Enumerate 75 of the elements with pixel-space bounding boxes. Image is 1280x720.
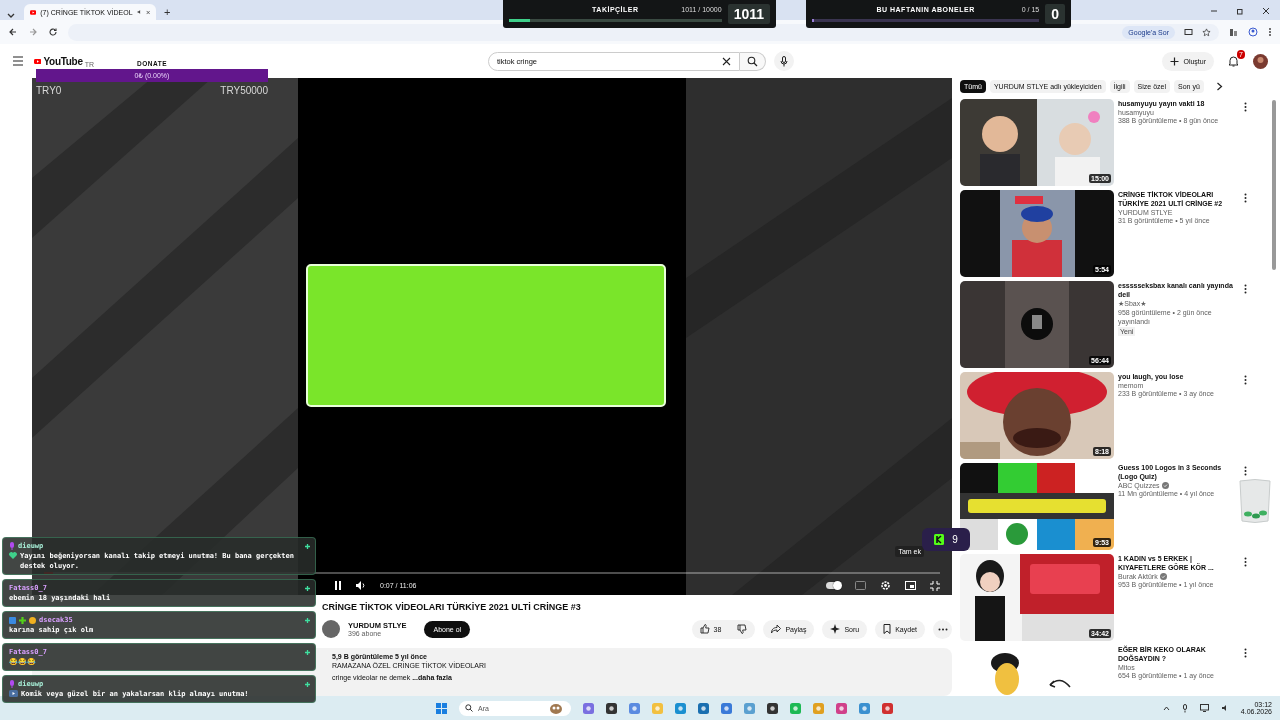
donate-max: TRY50000 xyxy=(220,85,268,96)
coin-icon xyxy=(29,616,36,624)
back-icon[interactable] xyxy=(8,27,18,37)
plus-badge-icon xyxy=(19,616,26,624)
youtube-logo[interactable]: YouTube xyxy=(43,55,83,67)
clip-icon xyxy=(9,690,18,697)
close-icon[interactable] xyxy=(1262,7,1270,15)
donate-min: TRY0 xyxy=(36,85,62,96)
new-tab-button[interactable]: + xyxy=(164,4,171,20)
plus-icon xyxy=(305,681,310,687)
dislike-button[interactable] xyxy=(729,619,756,639)
microphone-icon xyxy=(780,55,788,67)
more-vert-icon[interactable] xyxy=(1244,466,1247,476)
menu-icon[interactable] xyxy=(12,56,24,66)
microphone-icon[interactable] xyxy=(1181,703,1188,713)
star-icon[interactable] xyxy=(1202,27,1211,37)
restore-icon[interactable] xyxy=(1236,7,1244,15)
bookmark-icon xyxy=(883,624,892,634)
plus-icon xyxy=(305,649,310,655)
autoplay-toggle[interactable] xyxy=(826,582,841,589)
scrollbar[interactable] xyxy=(1272,100,1276,270)
network-icon[interactable] xyxy=(1199,704,1209,712)
more-vert-icon[interactable] xyxy=(1244,648,1247,658)
clear-icon[interactable] xyxy=(722,56,731,66)
thumbs-down-icon xyxy=(737,624,748,634)
fullscreen-exit-icon[interactable] xyxy=(930,580,940,591)
chevron-up-icon[interactable] xyxy=(1162,705,1170,711)
share-arrow-icon xyxy=(771,624,782,634)
menu-dots-icon[interactable] xyxy=(1268,27,1272,37)
bell-icon[interactable] xyxy=(1228,55,1239,67)
pause-icon[interactable] xyxy=(334,581,342,590)
badge-icon xyxy=(9,616,16,624)
extension-icon[interactable] xyxy=(1229,27,1238,37)
heart-icon xyxy=(9,552,17,559)
bot-badge-icon xyxy=(9,680,15,688)
chevron-right-icon[interactable] xyxy=(1215,81,1223,91)
windows-start-icon[interactable] xyxy=(436,702,447,714)
channel-avatar[interactable] xyxy=(322,620,340,638)
thumbs-up-icon xyxy=(699,624,710,634)
bot-badge-icon xyxy=(9,542,15,550)
volume-icon[interactable] xyxy=(356,581,366,590)
more-vert-icon[interactable] xyxy=(1244,284,1247,294)
more-icon xyxy=(937,627,948,631)
more-vert-icon[interactable] xyxy=(1244,102,1247,112)
settings-icon[interactable] xyxy=(880,580,891,591)
owl-icon xyxy=(547,702,565,714)
cup-icon xyxy=(1238,478,1272,524)
install-icon[interactable] xyxy=(1184,27,1193,37)
speaker-icon[interactable] xyxy=(136,8,142,16)
video-title: CRİNGE TİKTOK VİDEOLARI TÜRKİYE 2021 ULTİ CRİNGE #3 xyxy=(321,602,582,612)
more-vert-icon[interactable] xyxy=(1244,557,1247,567)
reload-icon[interactable] xyxy=(48,27,58,37)
viewer-count-badge: 9 xyxy=(922,528,970,551)
goal-count: 1011 xyxy=(727,4,770,24)
search-icon xyxy=(747,55,758,67)
profile-icon[interactable] xyxy=(1248,27,1258,37)
youtube-icon xyxy=(30,8,37,16)
sparkle-icon xyxy=(830,624,841,634)
search-icon xyxy=(465,704,473,712)
goal-count: 0 xyxy=(1045,4,1065,24)
speaker-icon[interactable] xyxy=(1220,704,1229,712)
more-vert-icon[interactable] xyxy=(1244,375,1247,385)
plus-icon xyxy=(305,543,310,549)
plus-icon xyxy=(305,585,310,591)
forward-icon[interactable] xyxy=(28,27,38,37)
more-button[interactable] xyxy=(933,619,952,639)
avatar[interactable] xyxy=(1253,53,1268,69)
minimize-icon[interactable] xyxy=(1210,7,1218,15)
plus-icon xyxy=(1170,56,1180,66)
search-button[interactable] xyxy=(740,51,766,71)
voice-search-button[interactable] xyxy=(774,51,794,71)
miniplayer-icon[interactable] xyxy=(905,581,916,590)
subtitles-icon[interactable] xyxy=(855,581,866,590)
more-vert-icon[interactable] xyxy=(1244,193,1247,203)
plus-icon xyxy=(305,617,310,623)
